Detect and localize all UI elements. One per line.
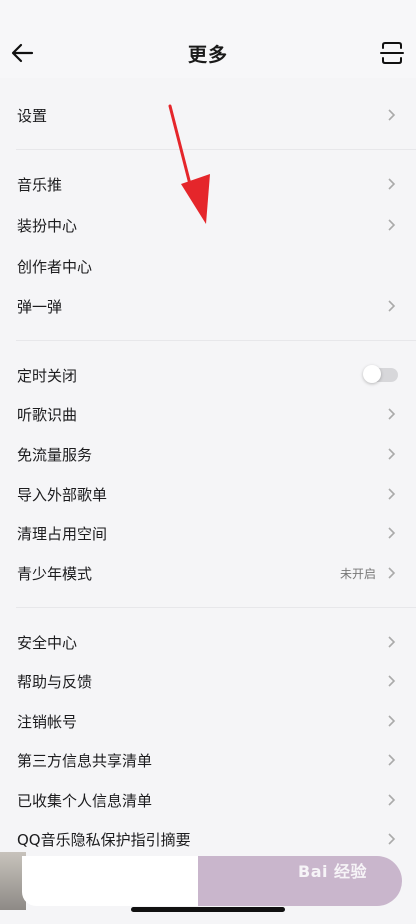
divider xyxy=(16,607,416,608)
row-collected-info[interactable]: 已收集个人信息清单 xyxy=(0,780,416,820)
row-label: QQ音乐隐私保护指引摘要 xyxy=(17,830,191,849)
row-label: 清理占用空间 xyxy=(17,524,108,543)
page-title: 更多 xyxy=(187,44,228,66)
toggle-knob xyxy=(363,365,381,383)
chevron-right-icon xyxy=(388,754,396,766)
row-teen-mode[interactable]: 青少年模式 未开启 xyxy=(0,553,416,593)
chevron-right-icon xyxy=(388,527,396,539)
chevron-right-icon xyxy=(388,675,396,687)
chevron-right-icon xyxy=(388,794,396,806)
chevron-right-icon xyxy=(388,109,396,121)
mini-player[interactable] xyxy=(22,856,198,906)
row-clear-storage[interactable]: 清理占用空间 xyxy=(0,513,416,553)
row-security-center[interactable]: 安全中心 xyxy=(0,622,416,662)
row-label: 装扮中心 xyxy=(17,216,78,235)
row-label: 帮助与反馈 xyxy=(17,672,93,691)
row-sleep-timer[interactable]: 定时关闭 xyxy=(0,355,416,395)
row-label: 第三方信息共享清单 xyxy=(17,751,153,770)
row-cancel-account[interactable]: 注销帐号 xyxy=(0,701,416,741)
chevron-right-icon xyxy=(388,300,396,312)
row-creator-center[interactable]: 创作者中心 xyxy=(0,246,416,286)
row-label: 导入外部歌单 xyxy=(17,485,108,504)
chevron-right-icon xyxy=(388,833,396,845)
row-third-party-sharing[interactable]: 第三方信息共享清单 xyxy=(0,740,416,780)
row-label: 注销帐号 xyxy=(17,712,78,731)
chevron-right-icon xyxy=(388,219,396,231)
row-label: 弹一弹 xyxy=(17,297,63,316)
row-help-feedback[interactable]: 帮助与反馈 xyxy=(0,661,416,701)
row-tan-yi-tan[interactable]: 弹一弹 xyxy=(0,286,416,326)
teen-mode-status: 未开启 xyxy=(339,566,376,581)
row-label: 音乐推 xyxy=(17,175,63,194)
scan-icon[interactable] xyxy=(380,40,404,66)
row-label: 青少年模式 xyxy=(17,564,93,583)
chevron-right-icon xyxy=(388,488,396,500)
home-indicator xyxy=(131,907,285,912)
row-label: 设置 xyxy=(17,106,48,125)
divider xyxy=(16,340,416,341)
row-data-free-service[interactable]: 免流量服务 xyxy=(0,434,416,474)
chevron-right-icon xyxy=(388,567,396,579)
chevron-right-icon xyxy=(388,408,396,420)
chevron-right-icon xyxy=(388,715,396,727)
sleep-timer-toggle[interactable] xyxy=(363,365,398,383)
row-label: 创作者中心 xyxy=(17,257,93,276)
row-label: 听歌识曲 xyxy=(17,405,78,424)
watermark: Bai 经验 xyxy=(298,862,368,881)
row-label: 定时关闭 xyxy=(17,366,78,385)
chevron-right-icon xyxy=(388,178,396,190)
annotation-arrow-icon xyxy=(168,104,210,224)
row-import-playlist[interactable]: 导入外部歌单 xyxy=(0,474,416,514)
row-label: 已收集个人信息清单 xyxy=(17,791,153,810)
chevron-right-icon xyxy=(388,448,396,460)
row-song-recognition[interactable]: 听歌识曲 xyxy=(0,394,416,434)
row-label: 安全中心 xyxy=(17,633,78,652)
row-label: 免流量服务 xyxy=(17,445,93,464)
top-bar: 更多 xyxy=(0,0,416,78)
chevron-right-icon xyxy=(388,636,396,648)
